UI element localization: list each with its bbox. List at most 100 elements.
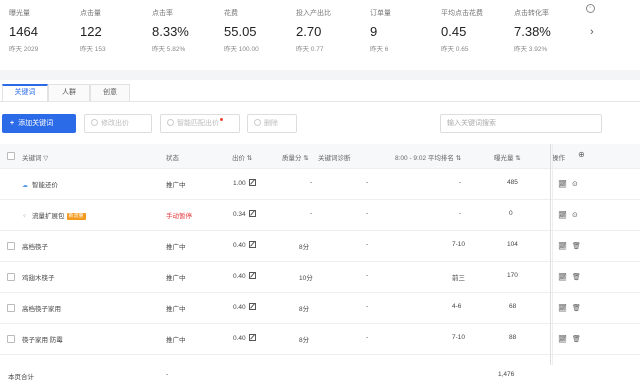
trend-chart-icon[interactable]: 📈︎ [558,242,567,250]
smart-match-bid-button[interactable]: 智能匹配出价 [160,114,240,133]
row-checkbox[interactable] [7,242,15,250]
add-keyword-button[interactable]: + 添加关键词 [2,114,76,133]
clock-icon [167,119,174,126]
header-quality[interactable]: 质量分 ⇅ [282,152,309,162]
keyword-cell[interactable]: 筷子家用 防霉 [22,334,63,344]
column-divider [550,144,551,374]
metric-cost[interactable]: 花费 55.05 昨天 100.00 [224,9,259,53]
keyword-cell[interactable]: ☁ 智能还价 [22,179,58,189]
metric-cvr[interactable]: 点击转化率 7.38% 昨天 3.92% [514,9,551,53]
edit-icon[interactable] [248,210,256,217]
metric-ctr[interactable]: 点击率 8.33% 昨天 5.82% [152,9,189,53]
metric-impressions[interactable]: 曝光量 1464 昨天 2029 [9,9,38,53]
rank-cell: 7-10 [452,241,466,248]
rank-cell: - [459,210,462,217]
trend-chart-icon[interactable]: 📈︎ [558,273,567,281]
metric-orders[interactable]: 订单量 9 昨天 6 [370,9,391,53]
metric-label: 平均点击花费 [441,10,483,17]
tab-creative[interactable]: 创意 [90,84,130,101]
bid-cell[interactable]: 1.00 [233,179,256,187]
table-row[interactable]: 高档筷子 推广中 0.40 8分 - 7-10 104 📈︎ 🗑︎ [0,231,640,262]
bid-value: 0.40 [233,242,246,249]
trend-chart-icon[interactable]: 📈︎ [558,335,567,343]
footer-dash: - [166,371,169,378]
rank-cell: 前三 [452,275,465,282]
tab-keywords[interactable]: 关键词 [2,84,48,101]
metric-prev: 昨天 0.65 [441,46,469,53]
metric-value: 122 [80,24,102,39]
quality-cell: 10分 [299,275,313,282]
metric-label: 花费 [224,10,238,17]
diagnosis-cell: - [366,334,369,341]
tab-audience[interactable]: 人群 [48,84,90,101]
settings-icon[interactable]: ◦ [586,4,595,13]
table-row[interactable]: 高档筷子家用 推广中 0.40 8分 - 4-6 68 📈︎ 🗑︎ [0,293,640,324]
keyword-cell[interactable]: 高档筷子 [22,241,48,251]
table-row[interactable]: ⁘ 流量扩展包 新流量 手动暂停 0.34 - - - 0 📈︎ ⊙ [0,200,640,231]
edit-icon[interactable] [248,241,256,248]
keyword-cell[interactable]: 鸡翅木筷子 [22,272,55,282]
trash-icon[interactable]: 🗑︎ [572,273,581,281]
metric-label: 曝光量 [9,10,30,17]
keyword-text: 高档筷子 [22,244,48,251]
edit-bid-button[interactable]: 修改出价 [84,114,152,133]
header-keyword[interactable]: 关键词 ▽ [22,152,48,162]
trash-icon[interactable]: 🗑︎ [572,304,581,312]
smart-match-label: 智能匹配出价 [177,120,219,127]
trash-icon[interactable]: 🗑︎ [572,335,581,343]
keyword-tag: 新流量 [66,213,86,220]
edit-icon[interactable] [248,303,256,310]
impressions-cell: 88 [509,334,517,341]
metric-clicks[interactable]: 点击量 122 昨天 153 [80,9,106,53]
metric-value: 0.45 [441,24,467,39]
keyword-search-input[interactable]: 输入关键词搜索 [440,114,602,133]
new-dot-icon [220,118,223,121]
keyword-text: 流量扩展包 [32,213,65,220]
bid-cell[interactable]: 0.40 [233,334,256,342]
keyword-cell[interactable]: 高档筷子家用 [22,303,61,313]
header-impressions[interactable]: 曝光量 ⇅ [494,152,521,162]
status-cell: 手动暂停 [166,213,192,220]
trend-chart-icon[interactable]: 📈︎ [558,304,567,312]
header-bid[interactable]: 出价 ⇅ [232,152,252,162]
select-all-checkbox[interactable] [7,152,15,160]
metric-roi[interactable]: 投入产出比 2.70 昨天 0.77 [296,9,331,53]
row-checkbox[interactable] [7,273,15,281]
table-row[interactable]: ☁ 智能还价 推广中 1.00 - - - 485 📈︎ ⊙ [0,169,640,200]
bid-cell[interactable]: 0.40 [233,303,256,311]
quality-cell: 8分 [299,244,310,251]
table-row[interactable]: 筷子家用 防霉 推广中 0.40 8分 - 7-10 88 📈︎ 🗑︎ [0,324,640,355]
bid-cell[interactable]: 0.34 [233,210,256,218]
trash-icon[interactable]: 🗑︎ [572,242,581,250]
add-column-icon[interactable]: ⊕ [578,150,585,159]
quality-cell: 8分 [299,306,310,313]
row-checkbox[interactable] [7,335,15,343]
metric-avg-cpc[interactable]: 平均点击花费 0.45 昨天 0.65 [441,9,483,53]
header-avg-rank[interactable]: 8:00 - 9:02 平均排名 ⇅ [395,152,461,162]
tab-bar: 关键词 人群 创意 [0,80,640,102]
table-row[interactable]: 鸡翅木筷子 推广中 0.40 10分 - 前三 170 📈︎ 🗑︎ [0,262,640,293]
plus-icon: + [10,120,15,127]
play-icon[interactable]: ⊙ [572,211,578,219]
play-icon[interactable]: ⊙ [572,180,578,188]
edit-icon[interactable] [248,334,256,341]
cloud-icon: ☁ [22,183,28,189]
bid-value: 0.40 [233,273,246,280]
keyword-cell[interactable]: ⁘ 流量扩展包 新流量 [22,210,86,220]
bid-cell[interactable]: 0.40 [233,272,256,280]
status-cell: 推广中 [166,182,186,189]
edit-icon[interactable] [248,179,256,186]
metric-label: 点击率 [152,10,173,17]
keyword-text: 鸡翅木筷子 [22,275,55,282]
trend-chart-icon[interactable]: 📈︎ [558,180,567,188]
row-checkbox[interactable] [7,304,15,312]
edit-icon[interactable] [248,272,256,279]
bid-value: 0.40 [233,304,246,311]
status-cell: 推广中 [166,244,186,251]
quality-cell: - [310,179,313,186]
bid-cell[interactable]: 0.40 [233,241,256,249]
status-cell: 推广中 [166,275,186,282]
chevron-right-icon[interactable]: › [590,26,594,38]
trend-chart-icon[interactable]: 📈︎ [558,211,567,219]
delete-button[interactable]: 删除 [247,114,297,133]
